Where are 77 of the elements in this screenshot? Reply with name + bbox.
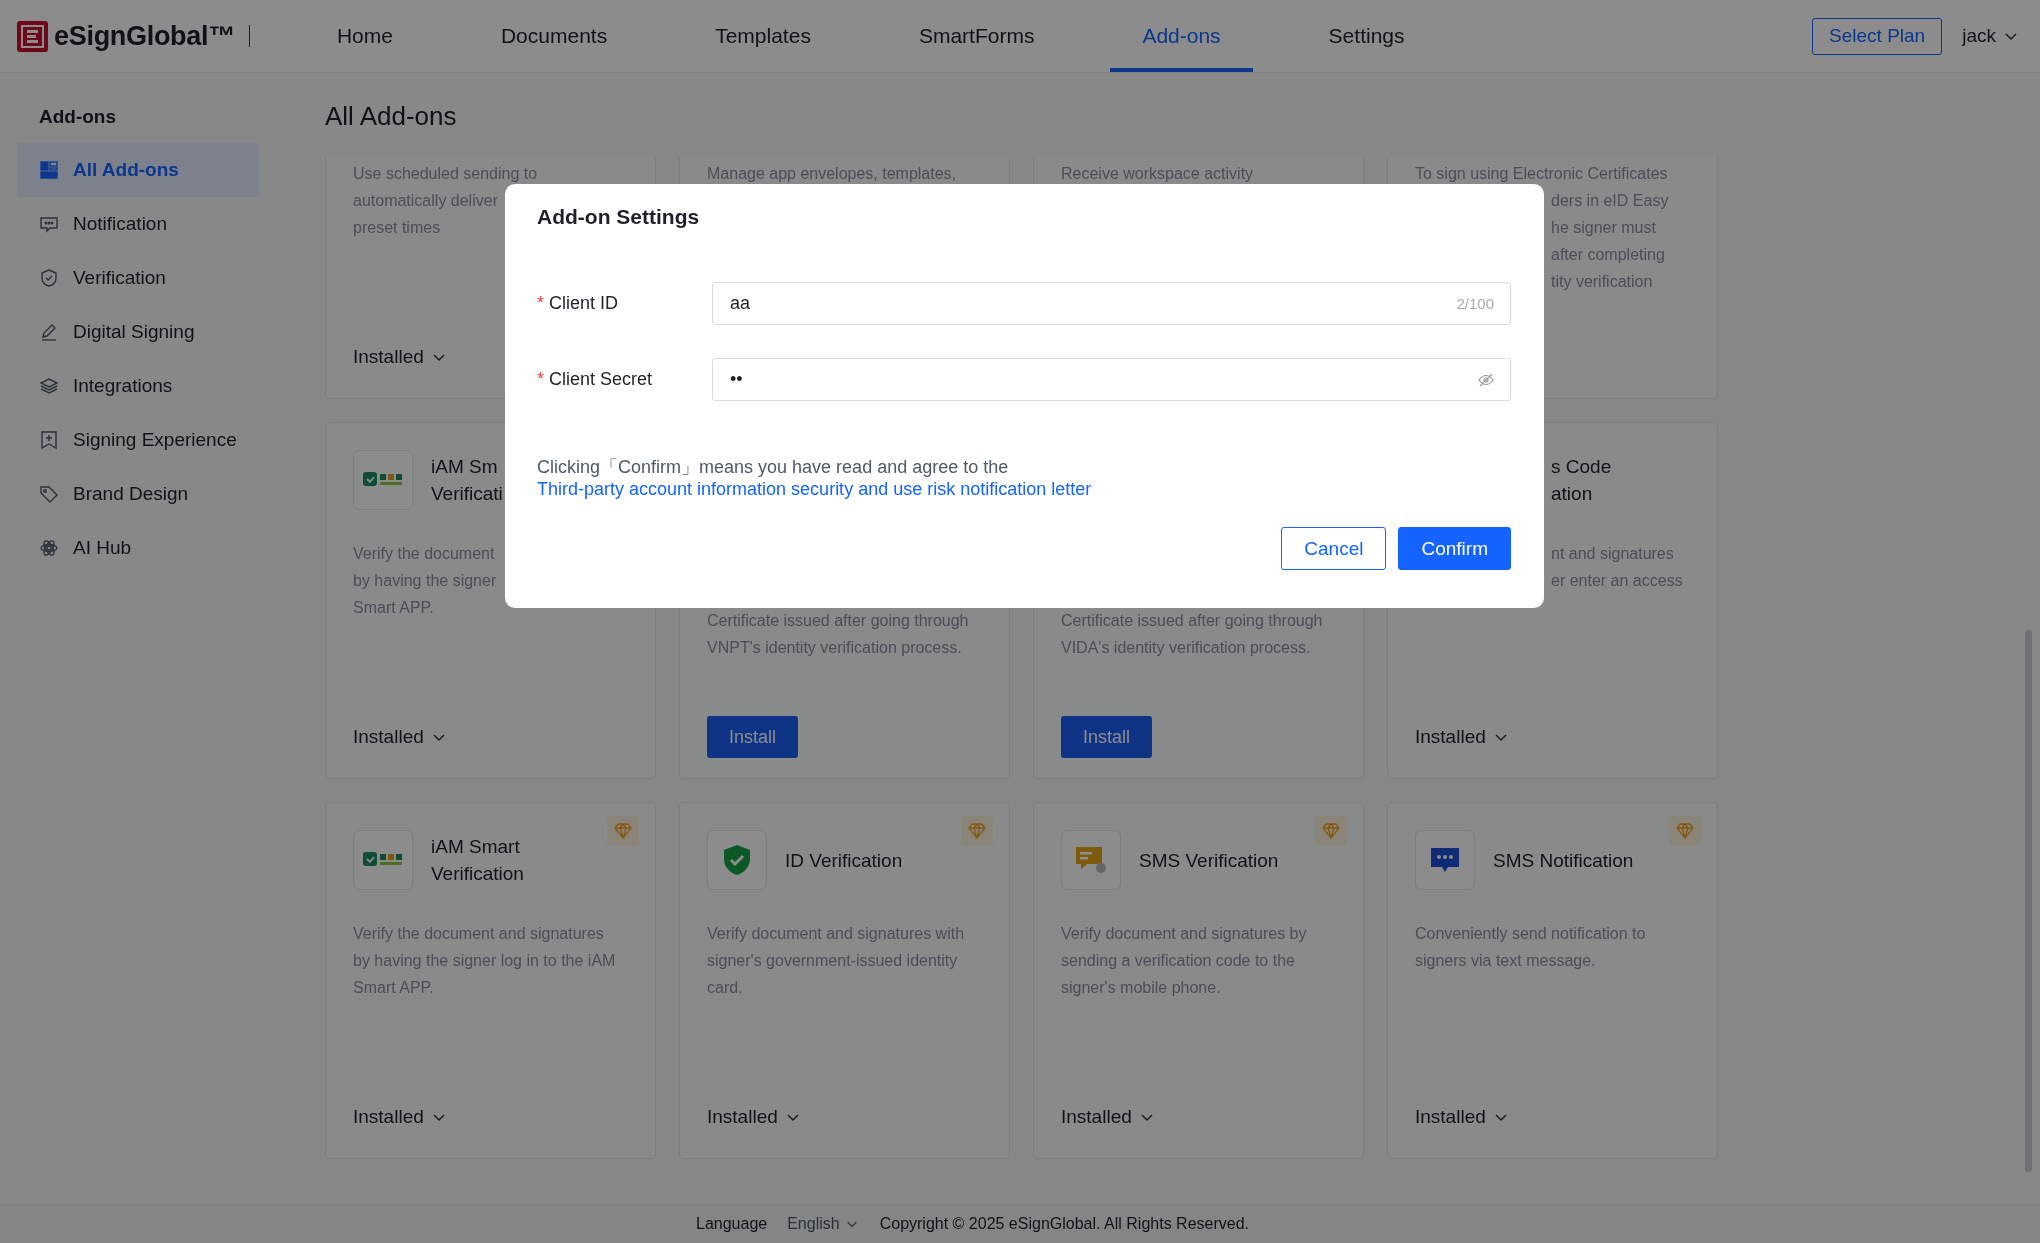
addon-title: iAM Smart Verification — [431, 835, 524, 886]
installed-dropdown[interactable]: Installed — [353, 346, 446, 368]
field-value: •• — [730, 369, 743, 390]
atom-icon — [39, 538, 59, 558]
select-plan-button[interactable]: Select Plan — [1812, 17, 1943, 55]
page-title: All Add-ons — [325, 100, 458, 133]
field-value: aa — [730, 293, 751, 314]
scrollbar[interactable] — [2025, 630, 2032, 1172]
password-field[interactable]: •• — [712, 358, 1511, 401]
nav-tab[interactable]: Settings — [1296, 0, 1437, 72]
language-dropdown[interactable]: English — [787, 1215, 858, 1233]
notice-link[interactable]: Third-party account information security and use risk notification letter — [537, 479, 1092, 499]
text-field[interactable]: aa 2/100 — [712, 282, 1511, 325]
eye-off-icon[interactable] — [1478, 372, 1494, 387]
brand-name: eSignGlobal™ — [54, 20, 235, 52]
user-menu[interactable]: jack — [1962, 25, 2018, 47]
sidebar-item[interactable]: Notification — [17, 197, 259, 251]
sidebar-item[interactable]: All Add-ons — [17, 143, 259, 197]
install-button[interactable]: Install — [1061, 716, 1153, 758]
sidebar-item[interactable]: Verification — [17, 251, 259, 305]
addon-description: nt and signatures er enter an access — [1551, 544, 1683, 591]
character-count: 2/100 — [1456, 295, 1494, 312]
sidebar-item[interactable]: AI Hub — [17, 521, 259, 575]
addon-title: iAM Sm Verificati — [431, 455, 503, 506]
installed-dropdown[interactable]: Installed — [1415, 1106, 1508, 1128]
addon-title: ID Verification — [785, 848, 903, 873]
addon-description: automatically deliver preset times — [353, 191, 498, 238]
language-label: Language — [696, 1215, 768, 1233]
nav-tab[interactable]: Documents — [468, 0, 640, 72]
sidebar-item[interactable]: Brand Design — [17, 467, 259, 521]
bookmark-icon — [39, 430, 59, 450]
installed-dropdown[interactable]: Installed — [707, 1106, 800, 1128]
pen-icon — [39, 322, 59, 342]
sidebar-item[interactable]: Integrations — [17, 359, 259, 413]
consent-notice: Clicking「Confirm」means you have read and agree to the Third-party account information security and use risk notification letter — [537, 456, 1093, 500]
grid-icon — [39, 160, 59, 180]
copyright-text: Copyright © 2025 eSignGlobal. All Rights Reserved. — [879, 1215, 1249, 1233]
field-label: * Client ID — [537, 293, 620, 314]
addon-description: Receive workspace activity — [1061, 164, 1254, 184]
message-icon — [1075, 845, 1107, 875]
addon-description: Verify the document by having the signer Smart APP. — [353, 544, 497, 618]
addon-description: ders in eID Easy he signer must after completing tity verification — [1551, 191, 1669, 292]
addon-description: Use scheduled sending to — [353, 164, 538, 184]
addon-description: Verify document and signatures by sending a verification code to the signer's mobile phone. — [1061, 924, 1307, 998]
cancel-button[interactable]: Cancel — [1281, 527, 1387, 570]
nav-tab[interactable]: Add-ons — [1110, 0, 1253, 72]
installed-dropdown[interactable]: Installed — [353, 726, 446, 748]
shield-check-icon — [39, 268, 59, 288]
nav-tab[interactable]: Home — [304, 0, 425, 72]
field-label: * Client Secret — [537, 369, 654, 390]
installed-dropdown[interactable]: Installed — [353, 1106, 446, 1128]
addon-title: SMS Notification — [1493, 848, 1634, 873]
addon-title: s Code ation — [1551, 455, 1612, 506]
addon-description: To sign using Electronic Certificates — [1415, 164, 1668, 184]
sidebar-item[interactable]: Digital Signing — [17, 305, 259, 359]
addon-description: Manage app envelopes, templates, — [707, 164, 957, 184]
nav-tab[interactable]: SmartForms — [886, 0, 1067, 72]
sidebar-item[interactable]: Signing Experience — [17, 413, 259, 467]
addon-description: Certificate issued after going through VIDA's identity verification process. — [1061, 611, 1323, 658]
sidebar-title: Add-ons — [38, 105, 118, 129]
chat-icon — [39, 214, 59, 234]
installed-dropdown[interactable]: Installed — [1415, 726, 1508, 748]
addon-description: Conveniently send notification to signers via text message. — [1415, 924, 1646, 971]
addon-title: SMS Verification — [1139, 848, 1279, 873]
install-button[interactable]: Install — [707, 716, 799, 758]
tag-icon — [39, 484, 59, 504]
installed-dropdown[interactable]: Installed — [1061, 1106, 1154, 1128]
nav-tab[interactable]: Templates — [683, 0, 843, 72]
addon-description: Certificate issued after going through VNPT's identity verification process. — [707, 611, 969, 658]
confirm-button[interactable]: Confirm — [1398, 527, 1511, 570]
addon-description: Verify the document and signatures by having the signer log in to the iAM Smart APP. — [353, 924, 616, 998]
addon-description: Verify document and signatures with signer's government-issued identity card. — [707, 924, 965, 998]
logo-icon — [17, 20, 48, 52]
dialog-title: Add-on Settings — [537, 204, 701, 230]
layers-icon — [39, 376, 59, 396]
shield-check-icon — [722, 844, 752, 876]
chat-icon — [1430, 846, 1460, 874]
